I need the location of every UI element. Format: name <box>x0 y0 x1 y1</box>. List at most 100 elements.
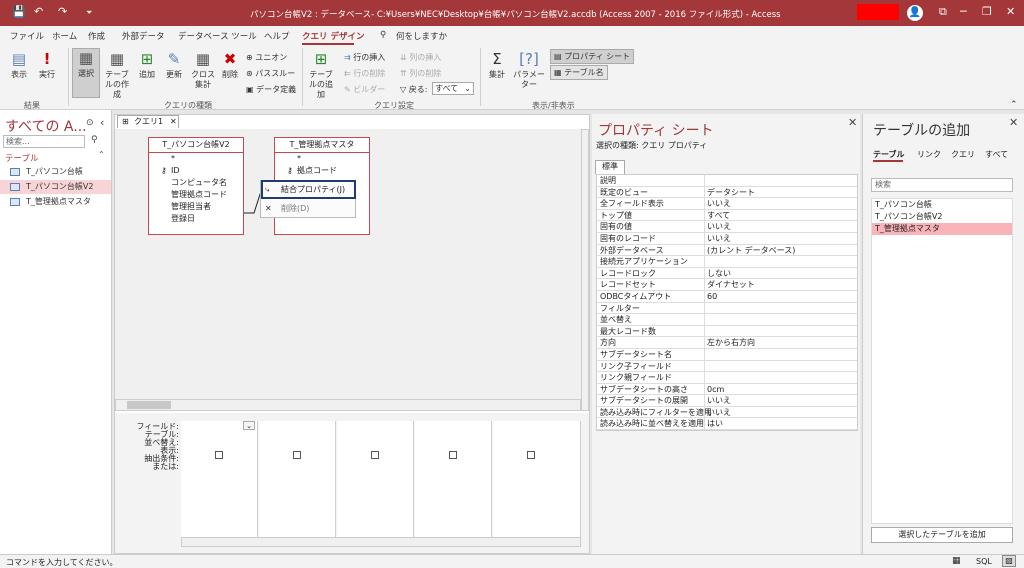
nav-search-input[interactable]: 検索... <box>3 135 85 148</box>
nav-pane-title[interactable]: すべての A... <box>5 116 87 136</box>
avatar-icon[interactable]: 👤 <box>907 5 923 21</box>
maximize-icon[interactable]: ❐ <box>982 5 992 18</box>
tab-links[interactable]: リンク <box>917 149 941 160</box>
property-sheet-button[interactable]: ▤ プロパティ シート <box>550 49 635 64</box>
close-property-sheet-icon[interactable]: ✕ <box>848 116 857 129</box>
property-row[interactable]: 読み込み時にフィルターを適用 いいえ <box>597 406 857 419</box>
save-icon[interactable]: 💾 <box>12 5 26 18</box>
property-row[interactable]: 最大レコード数 <box>597 325 857 338</box>
property-value[interactable] <box>704 372 707 384</box>
add-table-item[interactable]: T_パソコン台帳V2 <box>872 211 1012 223</box>
delete-query-button[interactable]: ✖ 削除 <box>218 50 242 80</box>
sql-view-button[interactable]: SQL <box>976 557 992 566</box>
property-value[interactable] <box>704 175 707 186</box>
tab-general[interactable]: 標準 <box>595 160 625 174</box>
data-definition-button[interactable]: ▣ データ定義 <box>246 84 296 95</box>
property-value[interactable]: いいえ <box>704 395 731 407</box>
add-selected-tables-button[interactable]: 選択したテーブルを追加 <box>871 527 1013 543</box>
property-grid[interactable]: 説明 既定のビュー データシート 全フィールド表示 いいえ トップ値 すべて 固有の値 いいえ固… <box>596 174 858 432</box>
table-names-button[interactable]: ▦ テーブル名 <box>550 65 608 80</box>
property-value[interactable]: はい <box>704 418 723 430</box>
property-value[interactable]: (カレント データベース) <box>704 244 795 256</box>
tab-queries[interactable]: クエリ <box>951 149 975 160</box>
scrollbar-thumb[interactable] <box>127 401 171 409</box>
insert-rows-button[interactable]: ⇉ 行の挿入 <box>344 52 385 63</box>
design-view-icon[interactable]: ▧ <box>1002 555 1016 567</box>
property-row[interactable]: レコードロック しない <box>597 267 857 280</box>
property-row[interactable]: サブデータシートの展開 いいえ <box>597 395 857 407</box>
insert-columns-button[interactable]: ⇊ 列の挿入 <box>400 52 441 63</box>
property-row[interactable]: 外部データベース (カレント データベース) <box>597 244 857 257</box>
tab-query1[interactable]: ⊞ クエリ1 ✕ <box>117 115 179 128</box>
grid-column[interactable] <box>415 421 492 545</box>
builder-button[interactable]: ✎ ビルダー <box>344 84 385 95</box>
tab-query-design[interactable]: クエリ デザイン <box>302 30 364 42</box>
crosstab-button[interactable]: ▦ クロス集計 <box>190 50 216 90</box>
delete-join-menu-item[interactable]: ✕ 削除(D) <box>261 201 355 217</box>
add-table-list[interactable]: T_パソコン台帳 T_パソコン台帳V2 T_管理拠点マスタ <box>871 198 1013 524</box>
property-value[interactable]: 左から右方向 <box>704 337 755 349</box>
tab-create[interactable]: 作成 <box>88 30 105 42</box>
show-checkbox[interactable] <box>215 451 223 459</box>
field-dropdown-icon[interactable]: ⌄ <box>243 421 255 430</box>
grid-column[interactable] <box>493 421 581 545</box>
redo-icon[interactable]: ↷ <box>58 5 67 18</box>
tab-help[interactable]: ヘルプ <box>264 30 290 42</box>
grid-horizontal-scrollbar[interactable] <box>181 537 581 547</box>
property-value[interactable] <box>704 256 707 268</box>
show-table-button[interactable]: ⊞ テーブルの追加 <box>306 50 336 100</box>
table-pane[interactable]: T_パソコン台帳V2 * ⚷ ID コンピュータ名 管理拠点コード 管理担当者 登… <box>115 129 581 411</box>
passthrough-button[interactable]: ⊛ パススルー <box>246 68 295 79</box>
design-grid[interactable]: フィールド: テーブル: 並べ替え: 表示: 抽出条件: または: ⌄ <box>115 413 589 553</box>
grid-column[interactable] <box>259 421 336 545</box>
property-row[interactable]: 方向 左から右方向 <box>597 337 857 349</box>
property-row[interactable]: 固有のレコード いいえ <box>597 232 857 245</box>
minimize-icon[interactable]: ─ <box>960 5 967 18</box>
vertical-scrollbar[interactable] <box>581 129 589 411</box>
property-value[interactable]: いいえ <box>704 406 731 418</box>
property-row[interactable]: リンク親フィールド <box>597 372 857 384</box>
search-icon[interactable]: ⚲ <box>380 30 386 40</box>
property-value[interactable] <box>704 360 707 372</box>
search-icon[interactable]: ⚲ <box>91 135 98 145</box>
add-table-item[interactable]: T_管理拠点マスタ <box>872 223 1012 235</box>
return-values-select[interactable]: すべて ⌄ <box>432 82 474 95</box>
tab-database-tools[interactable]: データベース ツール <box>178 30 257 42</box>
nav-menu-chevron-icon[interactable]: ⊙ <box>86 118 94 128</box>
parameters-button[interactable]: [?] パラメーター <box>510 50 548 90</box>
undo-icon[interactable]: ↶ <box>34 5 43 18</box>
property-row[interactable]: 固有の値 いいえ <box>597 221 857 233</box>
join-line[interactable] <box>115 129 581 411</box>
shutter-bar-icon[interactable]: ‹ <box>100 116 104 129</box>
property-value[interactable]: データシート <box>704 186 755 198</box>
add-table-search-input[interactable]: 検索 <box>871 178 1013 192</box>
tab-file[interactable]: ファイル <box>10 30 44 42</box>
tab-all[interactable]: すべて <box>985 149 1008 160</box>
property-value[interactable] <box>704 302 707 314</box>
property-row[interactable]: フィルター <box>597 302 857 315</box>
collapse-ribbon-icon[interactable]: ⌃ <box>1010 100 1018 110</box>
nav-item-table[interactable]: T_パソコン台帳 <box>0 165 111 179</box>
tab-tables[interactable]: テーブル <box>873 149 905 160</box>
ribbon-display-options-icon[interactable]: ⧉ <box>939 5 947 19</box>
close-add-table-icon[interactable]: ✕ <box>1009 116 1018 129</box>
delete-columns-button[interactable]: ⇈ 列の削除 <box>400 68 441 79</box>
property-value[interactable]: しない <box>704 267 731 279</box>
property-value[interactable]: すべて <box>704 209 730 221</box>
show-checkbox[interactable] <box>527 451 535 459</box>
property-value[interactable] <box>704 348 707 360</box>
tab-home[interactable]: ホーム <box>52 30 77 42</box>
totals-button[interactable]: Σ 集計 <box>486 50 508 80</box>
grid-column[interactable] <box>337 421 414 545</box>
property-value[interactable]: ダイナセット <box>704 279 755 291</box>
property-row[interactable]: サブデータシートの高さ 0cm <box>597 383 857 396</box>
grid-column[interactable]: ⌄ <box>181 421 258 545</box>
add-table-item[interactable]: T_パソコン台帳 <box>872 199 1012 211</box>
append-button[interactable]: ⊞ 追加 <box>136 50 158 80</box>
nav-item-table[interactable]: T_管理拠点マスタ <box>0 195 111 209</box>
property-row[interactable]: 全フィールド表示 いいえ <box>597 198 857 210</box>
show-checkbox[interactable] <box>449 451 457 459</box>
show-checkbox[interactable] <box>371 451 379 459</box>
property-row[interactable]: 並べ替え <box>597 314 857 326</box>
update-button[interactable]: ✎ 更新 <box>162 50 186 80</box>
